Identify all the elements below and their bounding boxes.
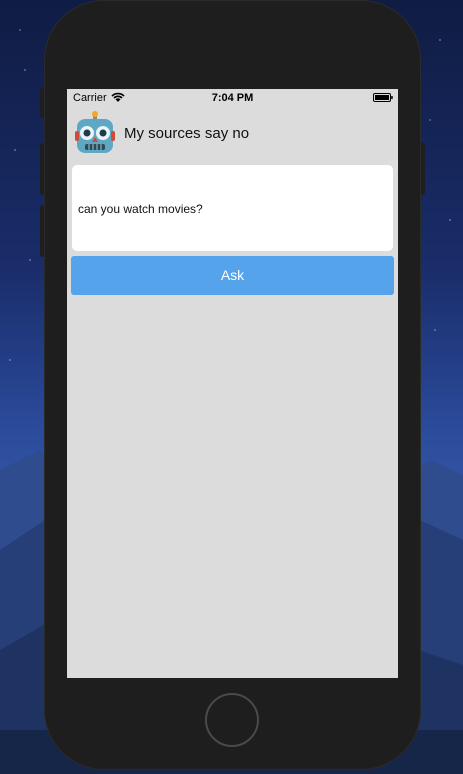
status-bar: Carrier 7:04 PM: [67, 89, 398, 107]
status-time: 7:04 PM: [211, 92, 254, 104]
app-screen: Carrier 7:04 PM My sources say no can yo…: [67, 89, 398, 678]
question-input[interactable]: can you watch movies?: [72, 165, 393, 251]
robot-icon: [75, 111, 115, 153]
answer-text: My sources say no: [124, 125, 250, 142]
question-input-value: can you watch movies?: [78, 202, 203, 216]
battery-icon: [373, 93, 393, 102]
home-button[interactable]: [205, 693, 259, 747]
ask-button[interactable]: Ask: [71, 256, 394, 295]
answer-header: My sources say no: [75, 111, 390, 155]
